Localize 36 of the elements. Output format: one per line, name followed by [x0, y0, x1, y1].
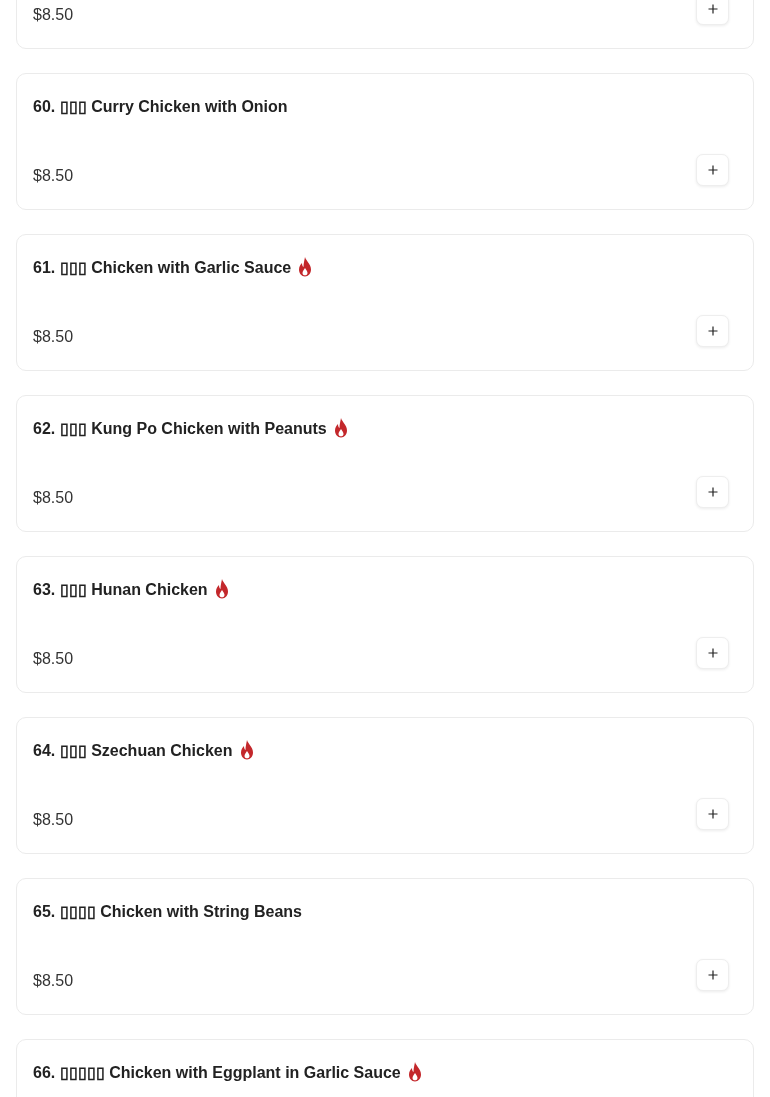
price: $8.50 [33, 488, 74, 508]
menu-item-card[interactable]: 66. ▯▯▯▯▯ Chicken with Eggplant in Garlic Sauce [16, 1039, 754, 1097]
price: $8.50 [33, 649, 74, 669]
add-button[interactable] [696, 959, 729, 991]
plus-icon [707, 487, 718, 497]
menu-item-card[interactable]: 62. ▯▯▯ Kung Po Chicken with Peanuts $8.50 [16, 395, 754, 532]
dish-name: 66. ▯▯▯▯▯ Chicken with Eggplant in Garlic Sauce [33, 1062, 401, 1082]
plus-icon [707, 165, 718, 175]
price: $8.50 [33, 327, 74, 347]
add-button[interactable] [696, 637, 729, 669]
menu-item-card[interactable]: 63. ▯▯▯ Hunan Chicken $8.50 [16, 556, 754, 693]
price: $8.50 [33, 5, 74, 25]
plus-icon [707, 4, 718, 14]
dish-name: 62. ▯▯▯ Kung Po Chicken with Peanuts [33, 418, 327, 438]
plus-icon [707, 326, 718, 336]
menu-item-card[interactable]: 60. ▯▯▯ Curry Chicken with Onion $8.50 [16, 73, 754, 210]
dish-name: 60. ▯▯▯ Curry Chicken with Onion [33, 96, 288, 116]
menu-item-card[interactable]: 61. ▯▯▯ Chicken with Garlic Sauce $8.50 [16, 234, 754, 371]
add-button[interactable] [696, 476, 729, 508]
add-button[interactable] [696, 0, 729, 25]
dish-name: 65. ▯▯▯▯ Chicken with String Beans [33, 901, 302, 921]
price: $8.50 [33, 971, 74, 991]
plus-icon [707, 648, 718, 658]
menu-item-card[interactable]: $8.50 [16, 0, 754, 49]
plus-icon [707, 970, 718, 980]
add-button[interactable] [696, 154, 729, 186]
dish-name: 64. ▯▯▯ Szechuan Chicken [33, 740, 233, 760]
price: $8.50 [33, 166, 74, 186]
menu-item-card[interactable]: 65. ▯▯▯▯ Chicken with String Beans $8.50 [16, 878, 754, 1015]
add-button[interactable] [696, 315, 729, 347]
menu-item-card[interactable]: 64. ▯▯▯ Szechuan Chicken $8.50 [16, 717, 754, 854]
plus-icon [707, 809, 718, 819]
dish-name: 61. ▯▯▯ Chicken with Garlic Sauce [33, 257, 292, 277]
add-button[interactable] [696, 798, 729, 830]
price: $8.50 [33, 810, 74, 830]
dish-name: 63. ▯▯▯ Hunan Chicken [33, 579, 208, 599]
